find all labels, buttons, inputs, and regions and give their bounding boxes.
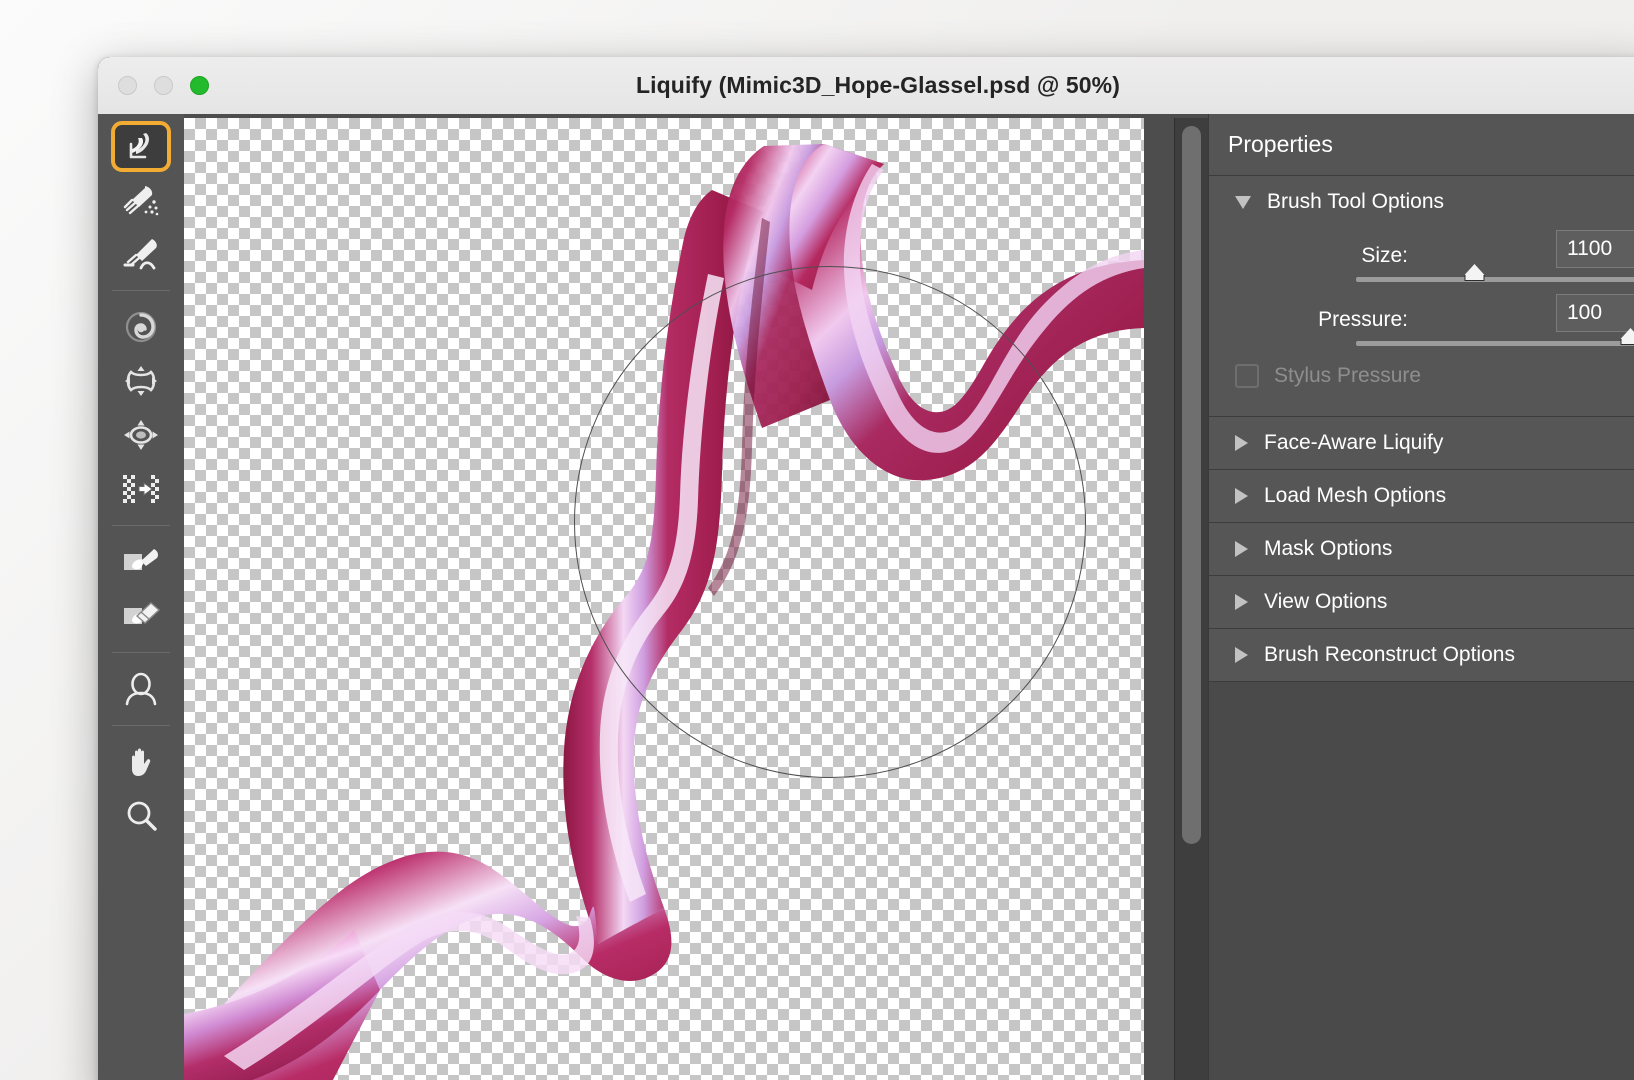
freeze-mask-brush-icon (124, 549, 158, 570)
size-slider-thumb[interactable] (1464, 264, 1486, 282)
properties-panel: Properties Brush Tool Options Size: 1100 (1208, 114, 1634, 1080)
section-face-aware-liquify: Face-Aware Liquify (1209, 417, 1634, 470)
liquify-toolbar (98, 114, 184, 1080)
chevron-right-icon (1235, 594, 1248, 610)
tool-hand[interactable] (98, 735, 184, 789)
bloat-icon (124, 420, 158, 450)
smooth-icon (123, 239, 157, 270)
chevron-right-icon (1235, 435, 1248, 451)
section-header-mask-options[interactable]: Mask Options (1209, 523, 1634, 575)
minimize-button[interactable] (154, 76, 173, 95)
stylus-pressure-row[interactable]: Stylus Pressure (1209, 356, 1634, 400)
size-slider-track[interactable] (1356, 264, 1634, 282)
tool-forward-warp[interactable] (98, 119, 184, 173)
canvas-area[interactable] (184, 114, 1208, 1080)
section-load-mesh-options: Load Mesh Options (1209, 470, 1634, 523)
toolbar-divider-2 (112, 525, 170, 526)
toolbar-divider-1 (112, 290, 170, 291)
chevron-right-icon (1235, 541, 1248, 557)
section-view-options: View Options (1209, 576, 1634, 629)
zoom-magnifier-icon (127, 801, 157, 831)
section-header-load-mesh-options[interactable]: Load Mesh Options (1209, 470, 1634, 522)
tool-thaw-mask[interactable] (98, 589, 184, 643)
tool-zoom[interactable] (98, 789, 184, 843)
section-label-load-mesh-options: Load Mesh Options (1264, 484, 1447, 507)
pressure-input[interactable]: 100 (1556, 294, 1634, 332)
traffic-light-group (118, 57, 209, 114)
stylus-pressure-label: Stylus Pressure (1274, 364, 1422, 387)
tool-push-left[interactable] (98, 462, 184, 516)
section-header-view-options[interactable]: View Options (1209, 576, 1634, 628)
tool-reconstruct[interactable] (98, 173, 184, 227)
twirl-clockwise-icon (125, 311, 157, 343)
chevron-down-icon (1235, 195, 1251, 209)
stylus-pressure-checkbox[interactable] (1235, 364, 1259, 388)
zoom-button[interactable] (190, 76, 209, 95)
section-brush-reconstruct-options: Brush Reconstruct Options (1209, 629, 1634, 682)
face-person-icon (125, 672, 157, 706)
tool-freeze-mask[interactable] (98, 535, 184, 589)
hand-icon (132, 748, 151, 776)
pressure-slider-track[interactable] (1356, 328, 1634, 346)
section-header-face-aware-liquify[interactable]: Face-Aware Liquify (1209, 417, 1634, 469)
pressure-control-row: Pressure: 100 (1209, 292, 1634, 356)
brush-tool-options-body: Size: 1100 Pressure: 100 Stylus Pressure (1209, 228, 1634, 416)
toolbar-divider-3 (112, 652, 170, 653)
close-button[interactable] (118, 76, 137, 95)
section-label-mask-options: Mask Options (1264, 537, 1393, 560)
chevron-right-icon (1235, 488, 1248, 504)
reconstruct-icon (123, 186, 159, 216)
section-label-face-aware-liquify: Face-Aware Liquify (1264, 431, 1444, 454)
section-label-view-options: View Options (1264, 590, 1388, 613)
section-header-brush-reconstruct-options[interactable]: Brush Reconstruct Options (1209, 629, 1634, 681)
thaw-mask-eraser-icon (124, 602, 161, 624)
window-title: Liquify (Mimic3D_Hope-Glassel.psd @ 50%) (636, 72, 1120, 98)
pressure-slider-thumb[interactable] (1620, 328, 1634, 346)
panel-title: Properties (1209, 114, 1634, 176)
size-label: Size: (1361, 244, 1408, 267)
tool-twirl-clockwise[interactable] (98, 300, 184, 354)
scrollbar-thumb[interactable] (1182, 126, 1201, 844)
window-titlebar: Liquify (Mimic3D_Hope-Glassel.psd @ 50%) (98, 57, 1634, 115)
section-brush-tool-options: Brush Tool Options Size: 1100 Pressure: … (1209, 176, 1634, 417)
tool-smooth[interactable] (98, 227, 184, 281)
artwork-pink-glass-ribbon (184, 144, 1144, 1080)
window-body: Properties Brush Tool Options Size: 1100 (98, 114, 1634, 1080)
pucker-icon (125, 366, 157, 396)
tool-pucker[interactable] (98, 354, 184, 408)
tool-face[interactable] (98, 662, 184, 716)
forward-warp-icon (129, 133, 149, 159)
tool-bloat[interactable] (98, 408, 184, 462)
liquify-window: Liquify (Mimic3D_Hope-Glassel.psd @ 50%) (98, 57, 1634, 1080)
liquify-canvas[interactable] (184, 118, 1144, 1080)
toolbar-divider-4 (112, 725, 170, 726)
section-mask-options: Mask Options (1209, 523, 1634, 576)
section-label-brush-reconstruct-options: Brush Reconstruct Options (1264, 643, 1515, 666)
canvas-vertical-scrollbar[interactable] (1174, 118, 1208, 1080)
pressure-label: Pressure: (1318, 308, 1408, 331)
chevron-right-icon (1235, 647, 1248, 663)
size-control-row: Size: 1100 (1209, 228, 1634, 292)
section-header-brush-tool-options[interactable]: Brush Tool Options (1209, 176, 1634, 228)
size-input[interactable]: 1100 (1556, 230, 1634, 268)
push-left-icon (123, 475, 159, 503)
section-label-brush-tool-options: Brush Tool Options (1267, 190, 1445, 213)
